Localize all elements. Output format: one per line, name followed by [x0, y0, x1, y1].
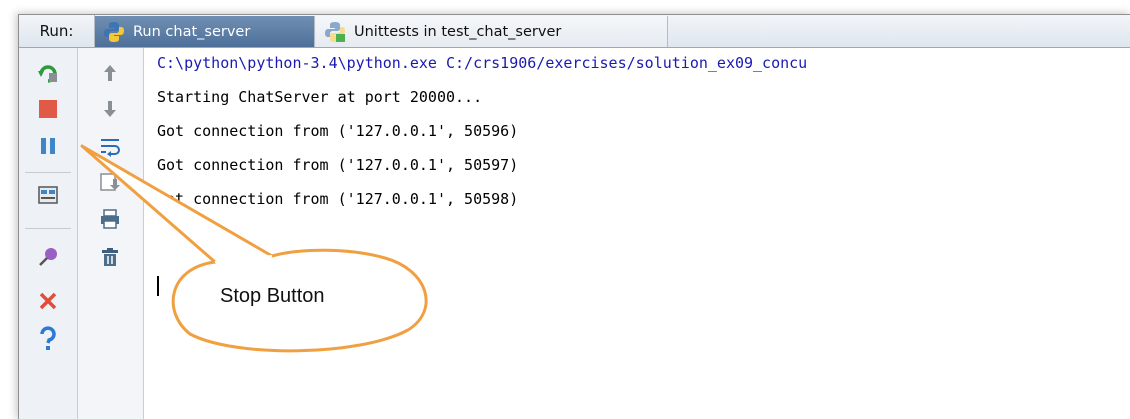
console-line: Got connection from ('127.0.0.1', 50596)	[157, 122, 519, 140]
console-line: Got connection from ('127.0.0.1', 50597)	[157, 156, 519, 174]
scroll-to-end-icon[interactable]	[97, 169, 123, 195]
pause-icon[interactable]	[35, 133, 61, 159]
stop-icon[interactable]	[35, 96, 61, 122]
help-icon[interactable]	[35, 326, 61, 352]
console-line: Starting ChatServer at port 20000...	[157, 88, 483, 106]
python-icon	[104, 21, 124, 42]
layout-icon[interactable]	[35, 182, 61, 208]
screenshot-frame: Run: Run chat_server Unittests in test_c…	[0, 0, 1130, 419]
run-toolbar-primary	[19, 48, 78, 419]
toolbar-separator	[25, 172, 71, 173]
up-arrow-icon[interactable]	[97, 60, 123, 86]
run-tool-window: Run: Run chat_server Unittests in test_c…	[18, 14, 1130, 419]
close-icon[interactable]	[35, 288, 61, 314]
python-test-icon	[325, 21, 345, 42]
toolbar-separator	[25, 228, 71, 229]
pin-icon[interactable]	[35, 244, 61, 270]
run-tab-bar: Run: Run chat_server Unittests in test_c…	[19, 15, 1130, 48]
run-label: Run:	[19, 15, 95, 47]
console-line: C:\python\python-3.4\python.exe C:/crs19…	[157, 54, 808, 72]
rerun-icon[interactable]	[35, 60, 61, 86]
print-icon[interactable]	[97, 206, 123, 232]
console-output[interactable]: C:\python\python-3.4\python.exe C:/crs19…	[145, 48, 1130, 419]
tab-label: Unittests in test_chat_server	[354, 23, 562, 40]
soft-wrap-icon[interactable]	[97, 133, 123, 159]
text-caret	[157, 276, 159, 296]
tab-label: Run chat_server	[133, 23, 251, 40]
tab-run-chat-server[interactable]: Run chat_server	[95, 16, 315, 47]
tab-unittests[interactable]: Unittests in test_chat_server	[316, 16, 668, 47]
callout-label: Stop Button	[220, 285, 325, 307]
console-line: Got connection from ('127.0.0.1', 50598)	[157, 190, 519, 208]
run-toolbar-secondary	[78, 48, 144, 419]
trash-icon[interactable]	[97, 244, 123, 270]
down-arrow-icon[interactable]	[97, 96, 123, 122]
